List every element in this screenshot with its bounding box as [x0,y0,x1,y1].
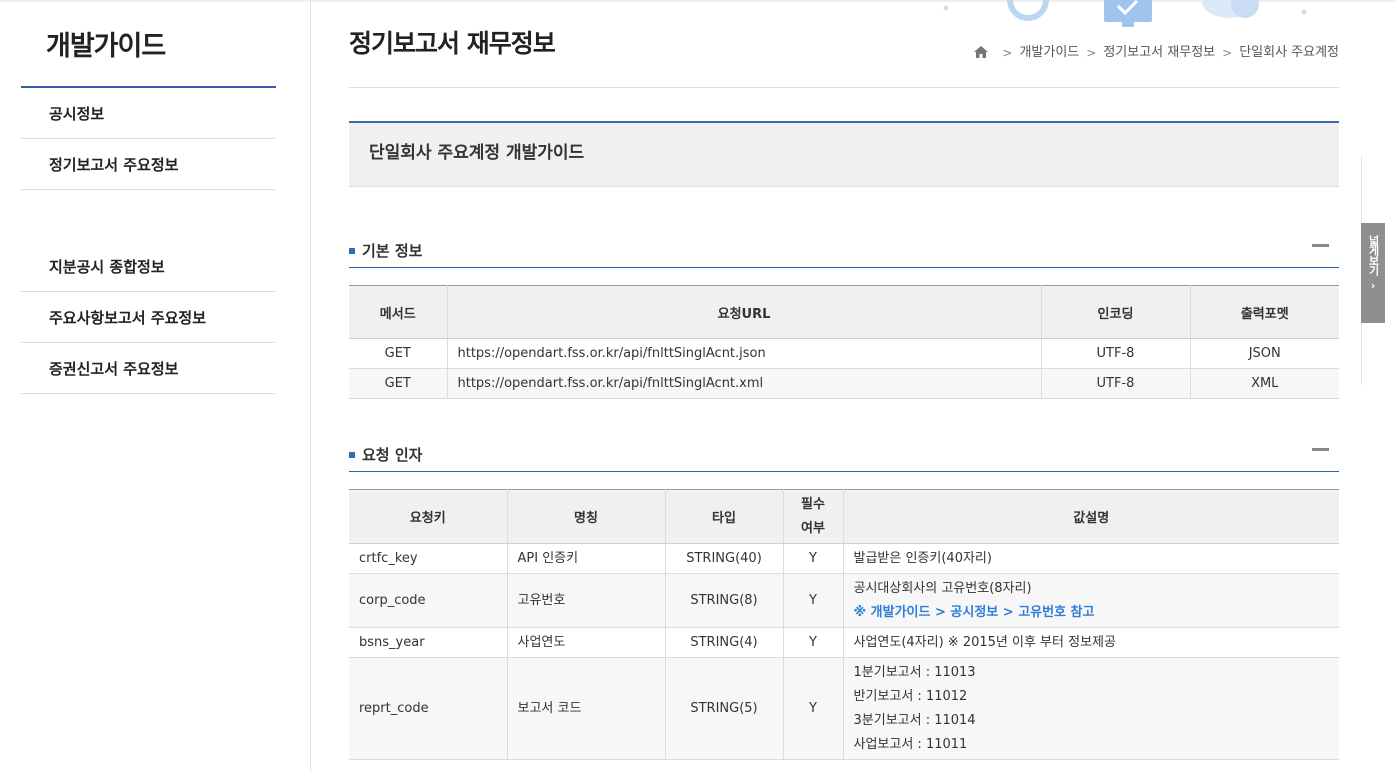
name-cell: 사업연도 [507,627,666,658]
request-params-table: 요청키 명칭 타입 필수 여부 값설명 crtfc_key API 인증키 ST… [349,489,1339,760]
sidebar-title: 개발가이드 [46,31,166,62]
desc-line: 사업보고서 : 11011 [853,736,968,752]
square-bullet-icon [349,248,355,254]
column-header: 명칭 [507,489,666,544]
sidebar-item-major-events[interactable]: 주요사항보고서 주요정보 [21,292,275,343]
encoding-cell: UTF-8 [1041,368,1191,399]
header-decoration [943,0,1307,27]
type-cell: STRING(5) [665,657,784,760]
type-cell: STRING(40) [665,543,784,574]
sidebar-item-equity[interactable]: 지분공시 종합정보 [21,241,275,292]
breadcrumb: > 개발가이드 > 정기보고서 재무정보 > 단일회사 주요계정 [973,41,1339,60]
sidebar-item-label: 증권신고서 주요정보 [49,359,179,378]
url-cell: https://opendart.fss.or.kr/api/fnlttSing… [447,368,1042,399]
key-cell: reprt_code [349,657,508,760]
format-cell: XML [1190,368,1339,399]
section-request-params: 요청 인자 [349,438,1339,472]
url-cell: https://opendart.fss.or.kr/api/fnlttSing… [447,338,1042,369]
collapse-icon[interactable] [1312,244,1329,247]
table-row: GET https://opendart.fss.or.kr/api/fnltt… [349,338,1339,369]
title-divider [349,87,1339,88]
sidebar-item-label: 주요사항보고서 주요정보 [49,308,207,327]
sidebar-item-securities[interactable]: 증권신고서 주요정보 [21,343,275,394]
format-cell: JSON [1190,338,1339,369]
chevron-right-icon: › [1370,279,1376,292]
sidebar-item-periodic-financial[interactable]: 정기보고서 재무정보 [21,190,275,241]
breadcrumb-item[interactable]: 정기보고서 재무정보 [1103,41,1215,60]
table-row: GET https://opendart.fss.or.kr/api/fnltt… [349,368,1339,399]
sidebar-item-periodic-key[interactable]: 정기보고서 주요정보 [21,139,275,190]
desc-line: 3분기보고서 : 11014 [853,712,976,728]
basic-info-table: 메서드 요청URL 인코딩 출력포멧 GET https://opendart.… [349,285,1339,399]
desc-cell: 1분기보고서 : 11013 반기보고서 : 11012 3분기보고서 : 11… [843,657,1339,760]
chevron-right-icon: > [1002,45,1013,60]
page-title: 정기보고서 재무정보 [349,29,556,58]
column-header: 값설명 [843,489,1339,544]
desc-cell: 사업연도(4자리) ※ 2015년 이후 부터 정보제공 [843,627,1339,658]
table-row: crtfc_key API 인증키 STRING(40) Y 발급받은 인증키(… [349,543,1339,574]
required-cell: Y [783,573,844,628]
required-cell: Y [783,543,844,574]
column-header: 타입 [665,489,784,544]
method-cell: GET [349,338,448,369]
home-icon[interactable] [973,45,989,59]
column-header: 필수 여부 [783,489,844,544]
key-cell: corp_code [349,573,508,628]
column-header: 출력포멧 [1190,285,1339,339]
column-header: 요청URL [447,285,1042,339]
sidebar: 개발가이드 공시정보 정기보고서 주요정보 정기보고서 재무정보 지분공시 종합… [0,0,311,772]
section-title: 기본 정보 [362,242,423,260]
type-cell: STRING(4) [665,627,784,658]
desc-cell: 발급받은 인증키(40자리) [843,543,1339,574]
name-cell: 보고서 코드 [507,657,666,760]
desc-line: 반기보고서 : 11012 [853,688,968,704]
key-cell: crtfc_key [349,543,508,574]
sidebar-item-label: 정기보고서 재무정보 [47,206,177,225]
name-cell: API 인증키 [507,543,666,574]
required-cell: Y [783,627,844,658]
name-cell: 고유번호 [507,573,666,628]
column-header: 인코딩 [1041,285,1191,339]
sidebar-item-label: 공시정보 [49,104,105,123]
column-header: 메서드 [349,285,448,339]
required-cell: Y [783,657,844,760]
column-header: 요청키 [349,489,508,544]
desc-line: 1분기보고서 : 11013 [853,664,976,680]
desc-cell: 공시대상회사의 고유번호(8자리) ※ 개발가이드 > 공시정보 > 고유번호 … [843,573,1339,628]
table-row: bsns_year 사업연도 STRING(4) Y 사업연도(4자리) ※ 2… [349,627,1339,658]
guide-title-box: 단일회사 주요계정 개발가이드 [349,121,1339,187]
sidebar-item-label: 지분공시 종합정보 [49,257,165,276]
square-bullet-icon [349,452,355,458]
encoding-cell: UTF-8 [1041,338,1191,369]
method-cell: GET [349,368,448,399]
chevron-right-icon: > [1086,45,1097,60]
sidebar-item-label: 정기보고서 주요정보 [49,155,179,174]
section-title: 요청 인자 [362,446,423,464]
collapse-icon[interactable] [1312,448,1329,451]
chevron-right-icon: > [1222,45,1233,60]
guide-title: 단일회사 주요계정 개발가이드 [369,143,585,163]
breadcrumb-item[interactable]: 개발가이드 [1019,41,1079,60]
wide-view-button[interactable]: 넓게보기 › [1361,223,1385,323]
unique-code-guide-link[interactable]: ※ 개발가이드 > 공시정보 > 고유번호 참고 [854,601,1330,625]
section-basic-info: 기본 정보 [349,234,1339,268]
sidebar-item-disclosure[interactable]: 공시정보 [21,88,275,139]
table-row: corp_code 고유번호 STRING(8) Y 공시대상회사의 고유번호(… [349,573,1339,628]
sidebar-menu: 공시정보 정기보고서 주요정보 정기보고서 재무정보 지분공시 종합정보 주요사… [21,88,275,394]
table-row: reprt_code 보고서 코드 STRING(5) Y 1분기보고서 : 1… [349,657,1339,760]
breadcrumb-item-current[interactable]: 단일회사 주요계정 [1239,41,1339,60]
key-cell: bsns_year [349,627,508,658]
wide-view-label: 넓게보기 [1367,235,1380,275]
type-cell: STRING(8) [665,573,784,628]
desc-line: 공시대상회사의 고유번호(8자리) [853,580,1032,596]
